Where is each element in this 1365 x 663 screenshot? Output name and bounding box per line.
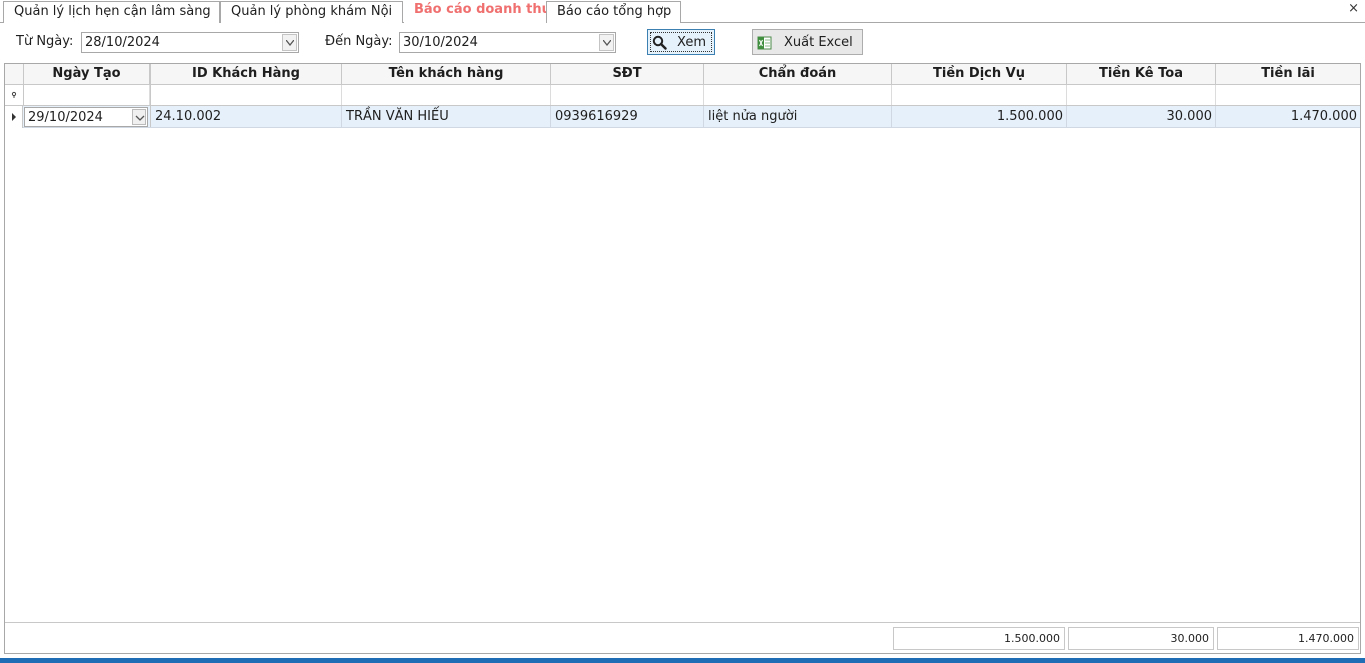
filter-cell-chan-doan[interactable]: [704, 85, 892, 105]
filter-cell-id-khach-hang[interactable]: [150, 85, 342, 105]
total-tien-ke-toa: 30.000: [1068, 627, 1214, 650]
search-icon: [652, 35, 667, 54]
col-chan-doan[interactable]: Chẩn đoán: [704, 64, 892, 85]
tab-bao-cao-doanh-thu[interactable]: Báo cáo doanh thu: [404, 0, 551, 24]
col-tien-lai[interactable]: Tiền lãi: [1216, 64, 1360, 85]
from-date-picker[interactable]: 28/10/2024: [81, 32, 299, 53]
cell-tien-dich-vu[interactable]: 1.500.000: [892, 106, 1067, 127]
export-excel-button[interactable]: Xuất Excel: [752, 29, 863, 55]
col-id-khach-hang[interactable]: ID Khách Hàng: [150, 64, 342, 85]
view-button[interactable]: Xem: [647, 29, 715, 55]
chevron-down-icon[interactable]: [132, 109, 146, 125]
filter-cell-tien-ke-toa[interactable]: [1067, 85, 1216, 105]
to-date-label: Đến Ngày:: [325, 34, 393, 49]
col-ngay-tao[interactable]: Ngày Tạo: [24, 64, 150, 85]
grid-header: Ngày Tạo ID Khách Hàng Tên khách hàng SĐ…: [5, 64, 1360, 85]
filter-cell-ngay-tao[interactable]: [24, 85, 150, 105]
cell-tien-lai[interactable]: 1.470.000: [1216, 106, 1360, 127]
col-sdt[interactable]: SĐT: [551, 64, 704, 85]
chevron-down-icon[interactable]: [599, 34, 614, 51]
to-date-value: 30/10/2024: [403, 35, 478, 50]
filter-cell-tien-dich-vu[interactable]: [892, 85, 1067, 105]
cell-ngay-tao: 29/10/2024: [28, 110, 103, 125]
row-indicator-header: [5, 64, 24, 85]
chevron-down-icon[interactable]: [282, 34, 297, 51]
cell-id-khach-hang[interactable]: 24.10.002: [150, 106, 342, 127]
cell-chan-doan[interactable]: liệt nửa người: [704, 106, 892, 127]
ngay-tao-editor[interactable]: 29/10/2024: [24, 107, 148, 127]
revenue-grid: Ngày Tạo ID Khách Hàng Tên khách hàng SĐ…: [4, 63, 1361, 654]
filter-cell-sdt[interactable]: [551, 85, 704, 105]
to-date-picker[interactable]: 30/10/2024: [399, 32, 616, 53]
status-bar: [0, 658, 1365, 663]
tab-lich-hen-can-lam-sang[interactable]: Quản lý lịch hẹn cận lâm sàng: [3, 1, 220, 23]
total-tien-dich-vu: 1.500.000: [893, 627, 1065, 650]
grid-footer: 1.500.000 30.000 1.470.000: [5, 622, 1360, 653]
cell-sdt[interactable]: 0939616929: [551, 106, 704, 127]
from-date-label: Từ Ngày:: [16, 34, 74, 49]
total-tien-lai: 1.470.000: [1217, 627, 1359, 650]
from-date-value: 28/10/2024: [85, 35, 160, 50]
tab-phong-kham-noi[interactable]: Quản lý phòng khám Nội: [220, 1, 403, 23]
cell-tien-ke-toa[interactable]: 30.000: [1067, 106, 1216, 127]
row-pointer-icon: [5, 106, 23, 128]
view-button-label: Xem: [677, 35, 706, 50]
auto-filter-row: [5, 85, 1360, 106]
filter-icon: [5, 85, 24, 105]
export-excel-label: Xuất Excel: [784, 35, 853, 50]
table-row[interactable]: 29/10/2024 24.10.002 TRẦN VĂN HIẾU 09396…: [5, 106, 1360, 128]
tab-bar: Quản lý lịch hẹn cận lâm sàng Quản lý ph…: [0, 0, 1365, 24]
filter-cell-ten-khach-hang[interactable]: [342, 85, 551, 105]
close-icon[interactable]: ×: [1348, 1, 1359, 17]
excel-icon: [757, 36, 772, 54]
tab-bao-cao-tong-hop[interactable]: Báo cáo tổng hợp: [546, 1, 681, 23]
filter-cell-tien-lai[interactable]: [1216, 85, 1360, 105]
col-tien-ke-toa[interactable]: Tiền Kê Toa: [1067, 64, 1216, 85]
cell-ten-khach-hang[interactable]: TRẦN VĂN HIẾU: [342, 106, 551, 127]
col-ten-khach-hang[interactable]: Tên khách hàng: [342, 64, 551, 85]
col-tien-dich-vu[interactable]: Tiền Dịch Vụ: [892, 64, 1067, 85]
